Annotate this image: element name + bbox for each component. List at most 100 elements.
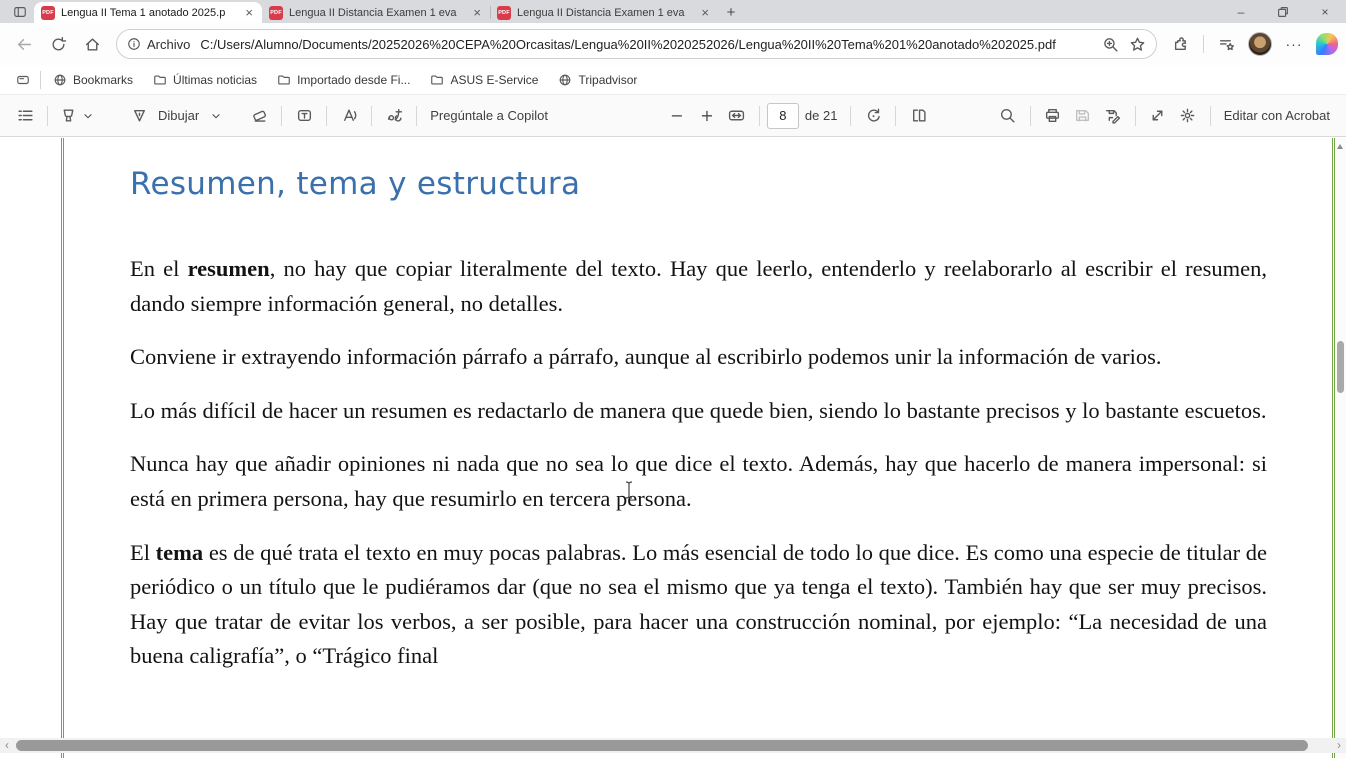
zoom-out-button[interactable]: − — [662, 101, 692, 131]
paragraph-opiniones: Nunca hay que añadir opiniones ni nada q… — [130, 451, 1267, 511]
copilot-icon[interactable] — [1316, 33, 1338, 55]
highlight-button[interactable] — [55, 101, 100, 131]
vertical-scrollbar-thumb[interactable] — [1337, 341, 1344, 393]
tab-close-icon[interactable]: × — [699, 6, 711, 19]
fullscreen-button[interactable] — [1143, 101, 1173, 131]
tab-close-icon[interactable]: × — [471, 6, 483, 19]
profile-avatar[interactable] — [1248, 32, 1272, 56]
favorites-bar-button[interactable] — [1210, 28, 1242, 60]
divider — [281, 105, 283, 126]
chevron-down-icon — [84, 113, 92, 118]
extensions-puzzle-icon — [1174, 36, 1186, 50]
minimize-button[interactable]: – — [1220, 0, 1262, 23]
settings-menu-button[interactable]: ··· — [1278, 28, 1310, 60]
vertical-scrollbar[interactable] — [1335, 138, 1346, 758]
add-text-button[interactable] — [289, 101, 319, 131]
pdf-file-icon: PDF — [269, 5, 283, 20]
copilot-prompt-label[interactable]: Pregúntale a Copilot — [424, 108, 554, 123]
horizontal-scrollbar-thumb[interactable] — [16, 740, 1308, 751]
divider — [895, 105, 897, 126]
divider — [416, 105, 418, 126]
tab-lengua-examen-1[interactable]: PDF Lengua II Distancia Examen 1 eva × — [262, 2, 490, 23]
bookmark-asus-eservice[interactable]: ASUS E-Service — [422, 70, 546, 90]
back-button[interactable] — [8, 28, 40, 60]
zoom-page-icon[interactable] — [1102, 36, 1119, 53]
url-text: C:/Users/Alumno/Documents/20252026%20CEP… — [200, 36, 1056, 52]
edit-with-acrobat-button[interactable]: Editar con Acrobat — [1218, 108, 1336, 123]
address-bar-row: Archivo C:/Users/Alumno/Documents/202520… — [0, 23, 1346, 65]
tab-actions-menu-button[interactable] — [6, 1, 34, 23]
back-arrow-icon — [17, 38, 31, 50]
divider — [40, 70, 41, 89]
scroll-up-arrow[interactable] — [1337, 144, 1343, 149]
horizontal-scrollbar[interactable]: ‹ › — [0, 738, 1346, 753]
minus-icon: − — [670, 105, 684, 125]
bookmark-ultimas-noticias[interactable]: Últimas noticias — [145, 70, 265, 90]
document-text: Resumen, tema y estructura En el resumen… — [130, 138, 1267, 693]
window-controls: – × — [1220, 0, 1346, 23]
pdf-page[interactable]: Resumen, tema y estructura En el resumen… — [0, 138, 1346, 758]
text-run: es de qué trata el texto en muy pocas pa… — [130, 539, 1267, 669]
pdf-settings-button[interactable] — [1173, 101, 1203, 131]
bookmark-importado[interactable]: Importado desde Fi... — [269, 70, 418, 90]
bookmark-label: Importado desde Fi... — [297, 72, 411, 87]
pen-nib-icon — [134, 110, 145, 122]
draw-button[interactable]: Dibujar — [126, 101, 228, 131]
home-button[interactable] — [76, 28, 108, 60]
bold-term-tema: tema — [155, 539, 204, 565]
refresh-button[interactable] — [42, 28, 74, 60]
bookmark-label: ASUS E-Service — [450, 72, 539, 87]
save-as-button[interactable] — [1098, 101, 1128, 131]
page-view-button[interactable] — [903, 101, 933, 131]
page-number-input[interactable] — [766, 102, 799, 129]
toc-button[interactable] — [10, 101, 40, 131]
tab-lengua-tema1[interactable]: PDF Lengua II Tema 1 anotado 2025.p × — [34, 2, 262, 23]
tab-title: Lengua II Distancia Examen 1 eva — [517, 6, 685, 19]
tab-close-icon[interactable]: × — [243, 6, 255, 19]
site-info[interactable]: Archivo — [127, 37, 190, 52]
nav-right-cluster: ··· — [1165, 28, 1338, 60]
read-aloud-button[interactable] — [334, 101, 364, 131]
fit-to-width-button[interactable] — [722, 101, 752, 131]
url-actions — [1102, 36, 1146, 53]
rotate-icon — [867, 108, 880, 122]
printer-icon — [1046, 108, 1060, 123]
read-aloud-icon — [343, 109, 357, 121]
text-cursor — [625, 481, 633, 499]
fit-width-icon — [729, 110, 745, 121]
restore-button[interactable] — [1262, 0, 1304, 23]
bookmark-label: Bookmarks — [73, 72, 134, 87]
print-button[interactable] — [1038, 101, 1068, 131]
folder-icon — [154, 74, 166, 85]
divider — [47, 105, 48, 126]
panel-button[interactable] — [10, 68, 36, 92]
pdf-file-icon: PDF — [497, 5, 511, 20]
paragraph-conviene: Conviene ir extrayendo información párra… — [130, 344, 1162, 370]
divider — [1203, 35, 1204, 53]
paragraph-resumen: En el resumen, no hay que copiar literal… — [130, 252, 1267, 321]
search-button[interactable] — [993, 101, 1023, 131]
zoom-in-button[interactable]: + — [692, 101, 722, 131]
address-input[interactable]: Archivo C:/Users/Alumno/Documents/202520… — [116, 29, 1157, 59]
scroll-left-arrow[interactable]: ‹ — [0, 738, 14, 753]
rotate-button[interactable] — [858, 101, 888, 131]
extensions-button[interactable] — [1165, 28, 1197, 60]
translate-button[interactable] — [379, 101, 409, 131]
divider — [371, 105, 373, 126]
notebook-margin-line-left — [61, 138, 64, 758]
bookmark-label: Últimas noticias — [173, 72, 258, 87]
bookmark-tripadvisor[interactable]: Tripadvisor — [550, 70, 645, 90]
bookmark-bookmarks[interactable]: Bookmarks — [45, 70, 141, 90]
close-window-button[interactable]: × — [1304, 0, 1346, 23]
folder-icon — [431, 74, 444, 85]
erase-button[interactable] — [244, 101, 274, 131]
pdf-file-icon: PDF — [41, 5, 55, 20]
save-button[interactable] — [1068, 101, 1098, 131]
scroll-right-arrow[interactable]: › — [1332, 738, 1346, 753]
favorite-star-icon[interactable] — [1129, 36, 1146, 53]
new-tab-button[interactable]: + — [718, 2, 744, 23]
tab-lengua-examen-2[interactable]: PDF Lengua II Distancia Examen 1 eva × — [490, 2, 718, 23]
restore-icon — [1278, 6, 1288, 17]
draw-label: Dibujar — [158, 108, 200, 123]
pdf-toolbar: Dibujar Pregúntale a Copilot − + de 21 — [0, 94, 1346, 137]
